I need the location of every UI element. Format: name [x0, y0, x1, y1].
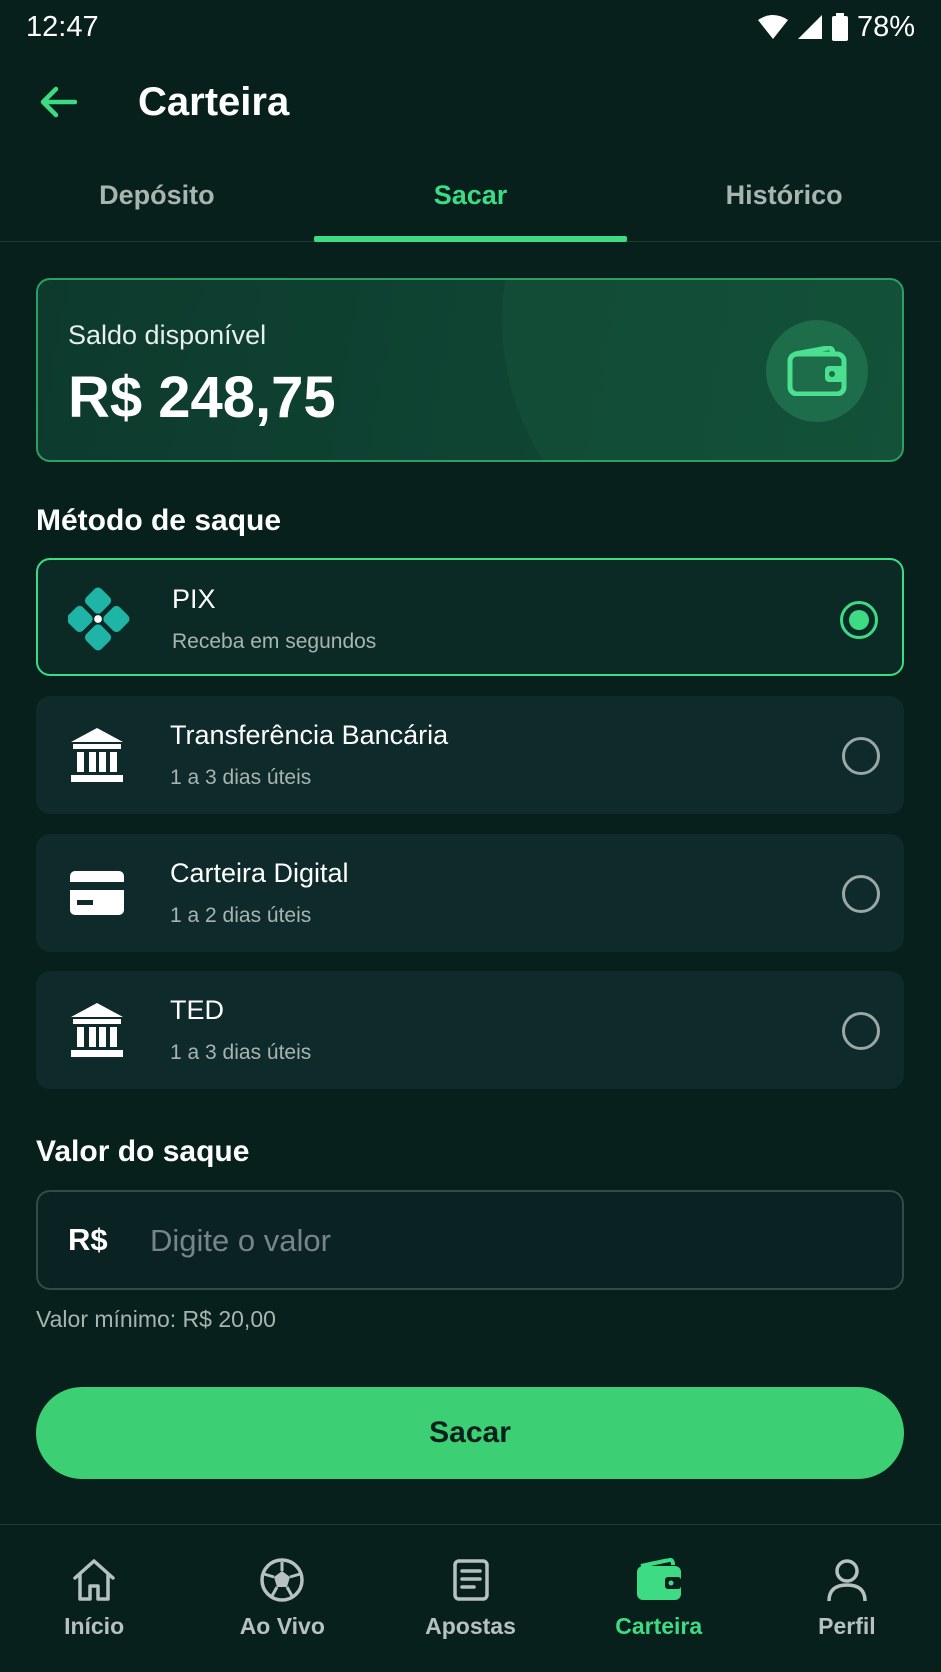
status-bar: 12:47 78% [0, 0, 941, 54]
amount-section-title: Valor do saque [36, 1135, 250, 1168]
currency-prefix: R$ [68, 1222, 108, 1257]
method-ted[interactable]: TED 1 a 3 dias úteis [36, 971, 904, 1089]
method-subtitle: Receba em segundos [172, 630, 377, 653]
withdraw-button[interactable]: Sacar [36, 1387, 904, 1479]
nav-item-carteira[interactable]: Carteira [565, 1525, 753, 1672]
app-bar: Carteira [0, 64, 941, 144]
amount-input[interactable] [150, 1210, 870, 1272]
battery-icon [831, 13, 849, 41]
method-carteira-digital[interactable]: Carteira Digital 1 a 2 dias úteis [36, 834, 904, 952]
bank-icon [66, 999, 128, 1061]
method-subtitle: 1 a 3 dias úteis [170, 766, 312, 789]
radio-unselected[interactable] [842, 1012, 880, 1050]
balance-card: Saldo disponível R$ 248,75 [36, 278, 904, 462]
status-time: 12:47 [26, 10, 99, 43]
wifi-icon [757, 14, 789, 40]
tab-deposito[interactable]: Depósito [0, 160, 314, 241]
radio-selected[interactable] [840, 601, 878, 639]
method-name: Carteira Digital [170, 858, 349, 888]
nav-item-inicio[interactable]: Início [0, 1525, 188, 1672]
page-title: Carteira [138, 80, 290, 124]
radio-unselected[interactable] [842, 737, 880, 775]
radio-unselected[interactable] [842, 875, 880, 913]
method-name: TED [170, 995, 224, 1025]
bank-icon [66, 724, 128, 786]
user-icon [753, 1555, 941, 1605]
signal-icon [797, 14, 823, 40]
method-subtitle: 1 a 2 dias úteis [170, 904, 312, 927]
soccer-ball-icon [188, 1555, 376, 1605]
nav-label: Ao Vivo [239, 1613, 325, 1639]
method-subtitle: 1 a 3 dias úteis [170, 1041, 312, 1064]
status-icons: 78% [757, 11, 915, 44]
nav-item-apostas[interactable]: Apostas [376, 1525, 564, 1672]
balance-label: Saldo disponível [68, 320, 267, 350]
card-icon [66, 862, 128, 924]
method-name: PIX [172, 584, 216, 614]
bottom-nav: Início Ao Vivo Apostas Carteira Perfil [0, 1524, 941, 1672]
back-button[interactable] [36, 82, 80, 126]
minimum-amount-hint: Valor mínimo: R$ 20,00 [36, 1306, 276, 1332]
wallet-tabs: Depósito Sacar Histórico [0, 160, 941, 242]
method-pix[interactable]: PIX Receba em segundos [36, 558, 904, 676]
method-transferencia-bancaria[interactable]: Transferência Bancária 1 a 3 dias úteis [36, 696, 904, 814]
nav-item-perfil[interactable]: Perfil [753, 1525, 941, 1672]
wallet-icon [565, 1555, 753, 1605]
tab-sacar[interactable]: Sacar [313, 160, 628, 242]
tab-historico[interactable]: Histórico [627, 160, 941, 241]
home-icon [0, 1555, 188, 1605]
nav-label: Apostas [425, 1613, 516, 1639]
nav-label: Perfil [818, 1613, 876, 1639]
nav-item-ao-vivo[interactable]: Ao Vivo [188, 1525, 376, 1672]
wallet-icon [766, 320, 868, 422]
arrow-left-icon [39, 85, 78, 124]
ticket-icon [376, 1555, 564, 1605]
battery-percent: 78% [856, 10, 915, 43]
nav-label: Carteira [615, 1613, 703, 1639]
pix-icon [68, 587, 130, 651]
amount-field: R$ [36, 1190, 904, 1290]
balance-value: R$ 248,75 [68, 365, 336, 430]
nav-label: Início [64, 1613, 125, 1639]
method-name: Transferência Bancária [170, 720, 449, 750]
method-section-title: Método de saque [36, 504, 282, 537]
